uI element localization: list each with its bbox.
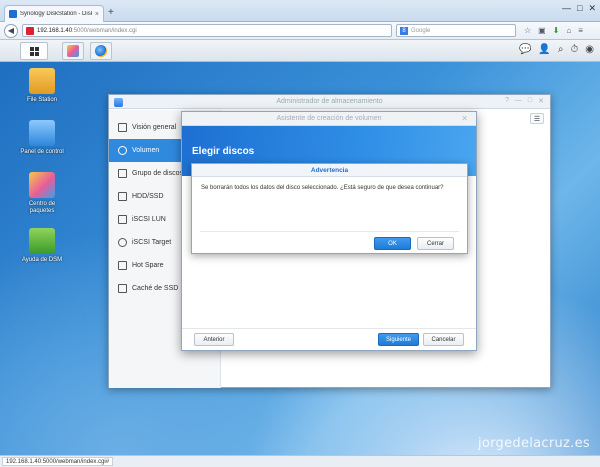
close-icon[interactable]: ✕ xyxy=(538,97,544,105)
list-view-icon[interactable]: ☰ xyxy=(530,113,544,124)
main-menu-button[interactable] xyxy=(20,42,48,60)
resource-monitor-icon[interactable]: ⏱ xyxy=(570,44,578,55)
browser-navbar: ◀ 192.168.1.40:5000/webman/index.cgi 8 G… xyxy=(0,22,600,40)
desktop-icon-dsm-help[interactable]: Ayuda de DSM xyxy=(12,228,72,264)
hdd-icon xyxy=(118,192,127,201)
url-text: 192.168.1.40:5000/webman/index.cgi xyxy=(37,27,137,34)
menu-icon[interactable]: ≡ xyxy=(578,26,583,35)
site-identity-icon[interactable] xyxy=(26,26,34,35)
iscsi-lun-icon xyxy=(118,215,127,224)
storage-manager-icon xyxy=(95,45,107,57)
wizard-titlebar[interactable]: Asistente de creación de volumen ✕ xyxy=(182,112,476,126)
desktop-icon-file-station[interactable]: File Station xyxy=(12,68,72,104)
tab-close-icon[interactable]: × xyxy=(95,11,99,18)
divider xyxy=(200,231,459,232)
storage-manager-icon xyxy=(114,98,123,107)
ok-button[interactable]: OK xyxy=(374,237,411,250)
synology-favicon-icon xyxy=(9,10,17,18)
disk-group-icon xyxy=(118,169,127,178)
iscsi-target-icon xyxy=(118,238,127,247)
search-placeholder: Google xyxy=(411,27,431,34)
next-button[interactable]: Siguiente xyxy=(378,333,419,346)
window-controls: — □ ✕ xyxy=(562,3,596,14)
wizard-title: Asistente de creación de volumen xyxy=(276,115,382,122)
system-tray: 💬 👤 ⌕ ⏱ ◉ xyxy=(519,44,594,55)
ssd-cache-icon xyxy=(118,284,127,293)
home-icon[interactable]: ⌂ xyxy=(566,26,571,35)
status-url: 192.168.1.40:5000/webman/index.cgi# xyxy=(2,457,114,466)
package-center-icon xyxy=(67,45,79,57)
close-icon[interactable]: ✕ xyxy=(461,114,468,123)
grid-icon xyxy=(29,46,39,56)
close-button[interactable]: ✕ xyxy=(588,3,596,14)
window-title: Administrador de almacenamiento xyxy=(276,98,383,105)
options-icon[interactable]: ◉ xyxy=(585,44,594,55)
address-bar[interactable]: 192.168.1.40:5000/webman/index.cgi xyxy=(22,24,392,37)
warning-message: Se borrarán todos los datos del disco se… xyxy=(201,185,444,191)
bookmarks-icon[interactable]: ▣ xyxy=(538,26,546,35)
volume-icon xyxy=(118,146,127,155)
desktop-icon-package-center[interactable]: Centro de paquetes xyxy=(12,172,72,215)
back-arrow-icon[interactable]: ◀ xyxy=(4,23,18,38)
search-engine-icon[interactable]: 8 xyxy=(400,26,408,35)
control-panel-icon xyxy=(29,120,55,146)
help-book-icon xyxy=(29,228,55,254)
watermark: jorgedelacruz.es xyxy=(477,436,590,451)
wizard-footer: Anterior Siguiente Cancelar xyxy=(182,328,476,350)
bookmark-star-icon[interactable]: ☆ xyxy=(524,26,531,35)
maximize-button[interactable]: □ xyxy=(577,3,582,14)
minimize-button[interactable]: — xyxy=(562,3,571,14)
browser-toolbar-icons: ☆ ▣ ⬇ ⌂ ≡ xyxy=(524,26,583,35)
window-controls: ? — □ ✕ xyxy=(505,97,544,105)
wizard-step-title: Elegir discos xyxy=(192,146,255,157)
desktop-icon-control-panel[interactable]: Panel de control xyxy=(12,120,72,156)
downloads-icon[interactable]: ⬇ xyxy=(553,26,560,35)
package-center-icon xyxy=(29,172,55,198)
browser-titlebar: Synology DiskStation - DiskSta... × + — … xyxy=(0,0,600,22)
overview-icon xyxy=(118,123,127,132)
new-tab-button[interactable]: + xyxy=(108,7,114,18)
back-button[interactable]: Anterior xyxy=(194,333,234,346)
folder-icon xyxy=(29,68,55,94)
search-input[interactable]: 8 Google xyxy=(396,24,516,37)
cancel-button[interactable]: Cancelar xyxy=(423,333,464,346)
warning-dialog: Advertencia Se borrarán todos los datos … xyxy=(191,163,468,254)
notifications-icon[interactable]: 💬 xyxy=(519,44,531,55)
dsm-taskbar: 💬 👤 ⌕ ⏱ ◉ xyxy=(0,40,600,62)
hot-spare-icon xyxy=(118,261,127,270)
taskbar-app-package-center[interactable] xyxy=(62,42,84,60)
minimize-icon[interactable]: — xyxy=(515,97,522,105)
close-dialog-button[interactable]: Cerrar xyxy=(417,237,454,250)
user-icon[interactable]: 👤 xyxy=(538,44,550,55)
browser-statusbar: 192.168.1.40:5000/webman/index.cgi# xyxy=(0,455,600,467)
window-titlebar[interactable]: Administrador de almacenamiento ? — □ ✕ xyxy=(109,95,550,109)
maximize-icon[interactable]: □ xyxy=(528,97,532,105)
warning-title: Advertencia xyxy=(192,164,467,177)
browser-tab[interactable]: Synology DiskStation - DiskSta... × xyxy=(4,5,104,22)
help-icon[interactable]: ? xyxy=(505,97,509,105)
taskbar-app-storage-manager[interactable] xyxy=(90,42,112,60)
search-icon[interactable]: ⌕ xyxy=(558,44,564,55)
tab-title: Synology DiskStation - DiskSta... xyxy=(20,11,92,17)
